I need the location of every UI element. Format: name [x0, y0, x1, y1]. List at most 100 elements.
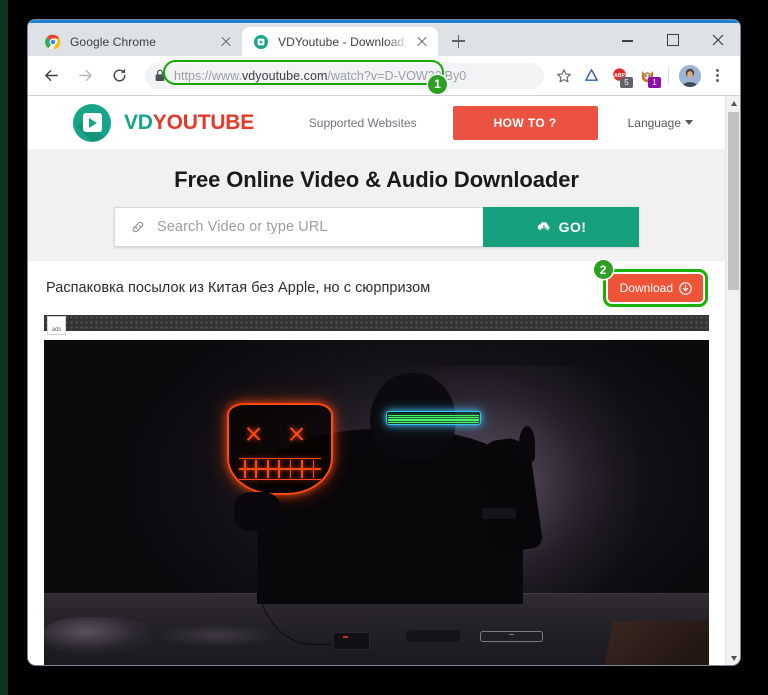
thumbnail-hand-holding-mask: [233, 491, 281, 532]
logo-wordmark: VDYOUTUBE: [124, 111, 254, 135]
thumbnail-desk-packaging: [44, 617, 151, 654]
go-button[interactable]: GO!: [483, 207, 639, 247]
vdyoutube-logo-icon: [73, 103, 111, 142]
nav-language-label: Language: [627, 115, 681, 130]
thumbnail-desk-remote: [406, 630, 460, 642]
download-button[interactable]: Download: [607, 274, 703, 302]
chrome-menu-icon[interactable]: [704, 62, 731, 89]
extension-fox-icon[interactable]: 1: [634, 62, 661, 89]
bookmark-star-icon[interactable]: [550, 62, 577, 89]
tab-close-icon[interactable]: [218, 34, 234, 50]
browser-window: Google Chrome VDYoutube - Download Video…: [28, 20, 740, 665]
page-content: VDYOUTUBE Supported Websites HOW TO ? La…: [28, 96, 725, 665]
close-window-button[interactable]: [695, 24, 740, 56]
vdyoutube-icon: [254, 34, 268, 49]
search-row: Search Video or type URL GO!: [114, 207, 639, 247]
page-scrollbar[interactable]: [725, 96, 740, 665]
chain-glyph: [132, 221, 144, 233]
three-dot-glyph: [707, 68, 729, 83]
result-card: Распаковка посылок из Китая без Apple, н…: [28, 260, 725, 665]
extension-triangle-icon[interactable]: [578, 62, 605, 89]
video-thumbnail[interactable]: [44, 340, 709, 665]
forward-button[interactable]: [72, 63, 98, 89]
mask-mouth: [239, 457, 322, 481]
new-tab-button[interactable]: [444, 27, 472, 55]
thumbnail-desk-debris: [157, 623, 277, 647]
address-bar[interactable]: https://www.vdyoutube.com/watch?v=D-VOW3…: [145, 62, 544, 89]
tab-strip: Google Chrome VDYoutube - Download Video…: [28, 23, 740, 56]
arrow-right-icon: [78, 70, 92, 81]
nav-language-dropdown[interactable]: Language: [628, 116, 693, 130]
tab-title: Google Chrome: [70, 34, 157, 49]
ad-banner-strip[interactable]: ads: [44, 315, 709, 335]
download-circle-icon: [679, 281, 692, 295]
maximize-button[interactable]: [650, 24, 695, 56]
site-logo[interactable]: VDYOUTUBE: [73, 103, 254, 142]
download-button-wrap: Download 2: [593, 260, 708, 307]
logo-play-square: [82, 113, 102, 132]
lock-icon: [154, 69, 166, 82]
thumbnail-desk-controller: [333, 631, 370, 651]
decorative-left-edge: [0, 0, 8, 695]
profile-avatar[interactable]: [676, 62, 703, 89]
reload-icon: [113, 68, 125, 82]
chrome-logo-icon: [45, 34, 61, 49]
led-shutter-glasses-icon: [386, 410, 481, 425]
site-header: VDYOUTUBE Supported Websites HOW TO ? La…: [28, 96, 725, 149]
link-icon: [131, 220, 145, 234]
thumbnail-desk-laptop: [602, 620, 709, 665]
extension-badge: 1: [648, 77, 661, 88]
logo-suffix: YOUTUBE: [152, 110, 255, 134]
tab-vdyoutube[interactable]: VDYoutube - Download Video:" P: [242, 27, 438, 56]
chevron-down-icon: [685, 120, 693, 125]
play-triangle-icon: [89, 117, 97, 128]
adblock-icon[interactable]: ABP 5: [606, 62, 633, 89]
tab-google-chrome[interactable]: Google Chrome: [34, 27, 242, 56]
nav-how-to-button[interactable]: HOW TO ?: [452, 105, 598, 140]
cloud-download-icon: [537, 222, 550, 232]
mask-eye-right: [288, 427, 305, 438]
omnibox-container: https://www.vdyoutube.com/watch?v=D-VOW3…: [145, 59, 544, 94]
arrow-left-icon: [44, 70, 58, 81]
ads-label: ads: [47, 316, 66, 335]
mask-eye-left: [245, 427, 262, 438]
browser-toolbar: https://www.vdyoutube.com/watch?v=D-VOW3…: [28, 56, 740, 95]
search-input[interactable]: Search Video or type URL: [114, 207, 483, 247]
url-domain: vdyoutube.com: [241, 68, 328, 83]
adblock-badge: 5: [620, 77, 633, 88]
page-body: Free Online Video & Audio Downloader Sea…: [28, 149, 725, 665]
annotation-badge-2: 2: [593, 260, 613, 279]
lock-glyph: [155, 69, 165, 81]
video-title: Распаковка посылок из Китая без Apple, н…: [46, 280, 431, 296]
download-button-label: Download: [619, 281, 673, 295]
page-title: Free Online Video & Audio Downloader: [174, 167, 579, 192]
reload-button[interactable]: [106, 63, 132, 89]
star-glyph: [556, 68, 571, 82]
go-button-label: GO!: [558, 219, 587, 235]
toolbar-divider: [668, 67, 669, 84]
tab-title: VDYoutube - Download Video:" P: [278, 34, 410, 49]
url-scheme: https://www.: [174, 68, 242, 83]
tab-close-icon[interactable]: [414, 34, 430, 50]
annotation-badge-1: 1: [428, 74, 447, 94]
back-button[interactable]: [38, 63, 64, 89]
thumbnail-wristband: [481, 508, 517, 519]
scrollbar-down-arrow[interactable]: [726, 651, 740, 665]
site-nav: Supported Websites HOW TO ? Language: [309, 105, 693, 140]
search-placeholder-text: Search Video or type URL: [157, 219, 328, 235]
avatar-photo: [678, 64, 701, 87]
thumbnail-pointing-finger: [519, 425, 536, 463]
thumbnail-desk-eyeglasses: [479, 630, 543, 642]
url-text: https://www.vdyoutube.com/watch?v=D-VOW3…: [174, 69, 466, 83]
logo-prefix: VD: [124, 110, 153, 134]
scrollbar-thumb[interactable]: [728, 112, 739, 290]
toolbar-icon-group: ABP 5 1: [550, 62, 731, 89]
minimize-button[interactable]: [605, 24, 650, 56]
avatar: [678, 64, 701, 87]
result-title-row: Распаковка посылок из Китая без Apple, н…: [28, 260, 725, 313]
window-controls: [605, 23, 740, 56]
scrollbar-up-arrow[interactable]: [726, 96, 740, 111]
triangle-glyph: [585, 69, 598, 81]
nav-supported-websites[interactable]: Supported Websites: [309, 116, 417, 130]
close-icon: [712, 34, 723, 45]
